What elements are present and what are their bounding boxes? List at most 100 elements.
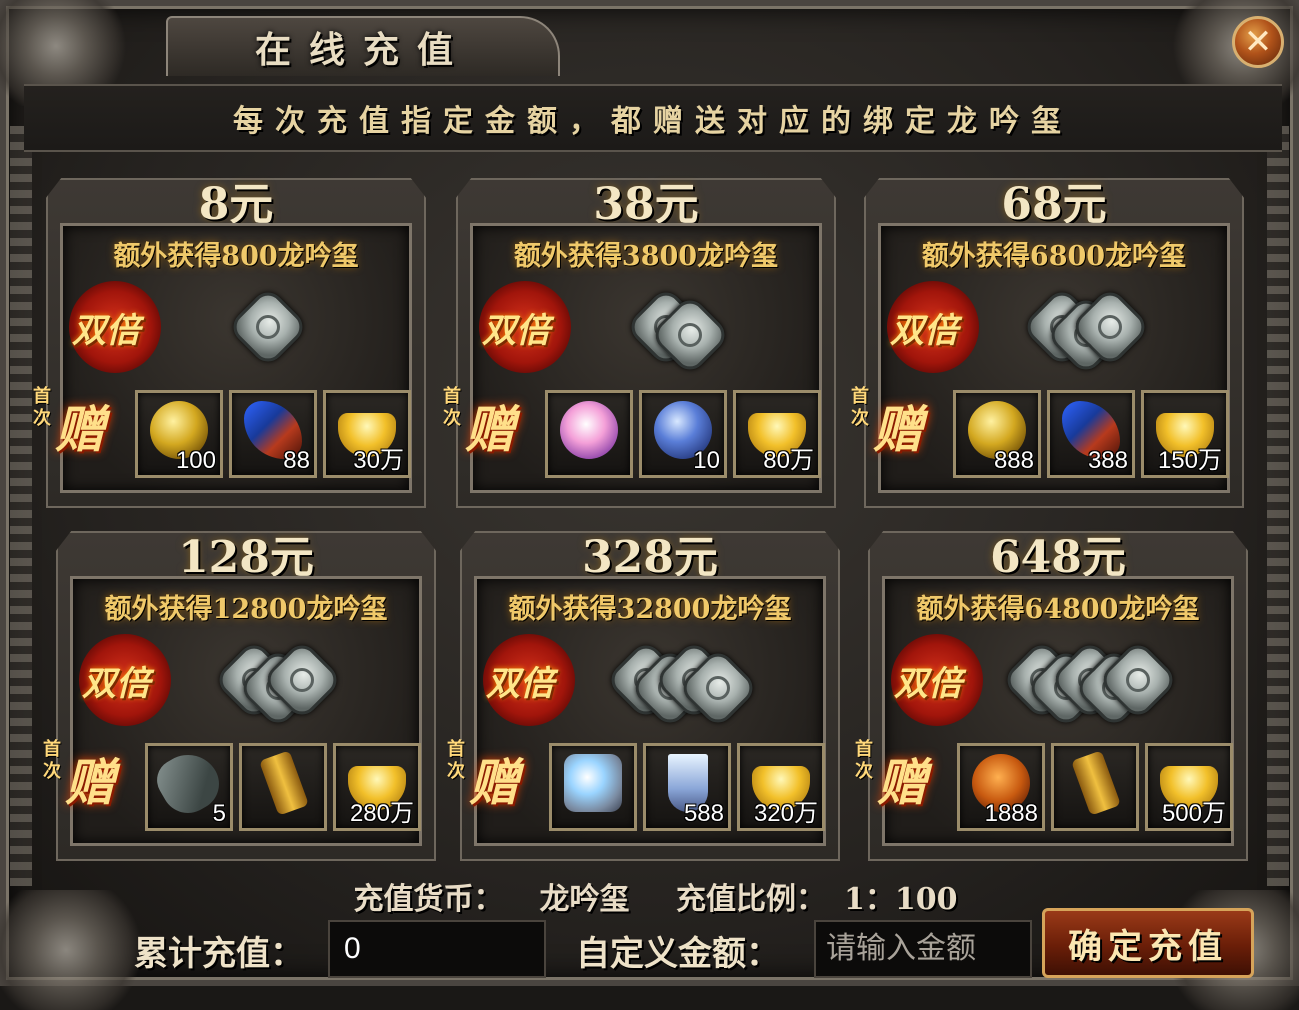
first-gift-tag: 首次 赠 — [33, 386, 143, 459]
window-title: 在线充值 — [254, 29, 471, 71]
promo-banner: 每次充值指定金额，都赠送对应的绑定龙吟玺 — [24, 84, 1282, 152]
first-gift-tag: 首次 赠 — [447, 739, 557, 812]
ratio-label: 充值比例： — [675, 882, 826, 917]
title-tab: 在线充值 — [166, 16, 560, 76]
reward-quantity: 500万 — [1161, 800, 1226, 827]
bonus-text: 额外获得3800龙吟玺 — [513, 241, 779, 272]
double-label: 双倍 — [894, 663, 962, 704]
reward-quantity: 588 — [683, 800, 724, 827]
confirm-recharge-button[interactable]: 确定充值 — [1042, 908, 1254, 978]
total-recharge-value: 0 — [328, 920, 546, 978]
bonus-text: 额外获得800龙吟玺 — [113, 241, 359, 272]
currency-value: 龙吟玺 — [539, 882, 630, 917]
reward-slot[interactable]: 888 — [953, 390, 1041, 478]
card-body: 额外获得800龙吟玺 双倍 首次 赠 100 88 30万 — [33, 223, 412, 493]
reward-quantity: 388 — [1087, 447, 1128, 474]
double-badge: 双倍 — [483, 634, 575, 726]
gift-label: 赠 — [469, 753, 519, 812]
reward-quantity: 80万 — [763, 447, 814, 474]
bonus-text: 额外获得32800龙吟玺 — [508, 594, 792, 625]
reward-slots: 10 80万 — [545, 390, 821, 480]
reward-slot[interactable]: 5 — [145, 743, 233, 831]
reward-slot[interactable]: 100 — [135, 390, 223, 478]
close-icon: ✕ — [1243, 22, 1273, 62]
reward-slot[interactable]: 320万 — [737, 743, 825, 831]
card-body: 额外获得12800龙吟玺 双倍 首次 赠 5 280万 — [43, 576, 422, 846]
reward-quantity: 100 — [175, 447, 216, 474]
frame-chain-right — [1267, 126, 1289, 886]
double-label: 双倍 — [482, 310, 550, 351]
reward-slot[interactable]: 388 — [1047, 390, 1135, 478]
package-card[interactable]: 38元 额外获得3800龙吟玺 双倍 首次 赠 10 80万 — [443, 168, 836, 508]
total-recharge-label: 累计充值： — [134, 934, 304, 974]
gift-label: 赠 — [877, 753, 927, 812]
seal-icon — [226, 285, 310, 369]
gift-label: 赠 — [465, 400, 515, 459]
bonus-text: 额外获得6800龙吟玺 — [921, 241, 1187, 272]
reward-slot[interactable]: 150万 — [1141, 390, 1229, 478]
reward-slot[interactable]: 88 — [229, 390, 317, 478]
banner-text: 每次充值指定金额，都赠送对应的绑定龙吟玺 — [233, 104, 1073, 139]
card-body: 额外获得64800龙吟玺 双倍 首次 赠 1888 500万 — [855, 576, 1234, 846]
reward-quantity: 888 — [993, 447, 1034, 474]
reward-slot[interactable]: 280万 — [333, 743, 421, 831]
package-card[interactable]: 128元 额外获得12800龙吟玺 双倍 首次 赠 5 280万 — [43, 521, 436, 861]
reward-slot[interactable] — [549, 743, 637, 831]
reward-slot[interactable]: 80万 — [733, 390, 821, 478]
reward-slot[interactable]: 10 — [639, 390, 727, 478]
scroll-icon — [1071, 750, 1121, 816]
custom-amount-input[interactable] — [814, 920, 1032, 978]
double-label: 双倍 — [72, 310, 140, 351]
package-card[interactable]: 68元 额外获得6800龙吟玺 双倍 首次 赠 888 388 150万 — [851, 168, 1244, 508]
first-time-label: 首次 — [851, 386, 869, 429]
double-label: 双倍 — [486, 663, 554, 704]
bonus-text: 额外获得12800龙吟玺 — [104, 594, 388, 625]
first-gift-tag: 首次 赠 — [43, 739, 153, 812]
card-body: 额外获得6800龙吟玺 双倍 首次 赠 888 388 150万 — [851, 223, 1230, 493]
reward-slot[interactable] — [545, 390, 633, 478]
ratio-value: 1：100 — [843, 882, 958, 917]
double-label: 双倍 — [890, 310, 958, 351]
reward-slot[interactable] — [239, 743, 327, 831]
reward-slot[interactable]: 588 — [643, 743, 731, 831]
reward-quantity: 10 — [693, 447, 720, 474]
close-button[interactable]: ✕ — [1232, 16, 1284, 68]
bonus-text: 额外获得64800龙吟玺 — [916, 594, 1200, 625]
double-badge: 双倍 — [887, 281, 979, 373]
package-card[interactable]: 648元 额外获得64800龙吟玺 双倍 首次 赠 1888 500万 — [855, 521, 1248, 861]
gift-label: 赠 — [873, 400, 923, 459]
reward-quantity: 88 — [283, 447, 310, 474]
first-gift-tag: 首次 赠 — [855, 739, 965, 812]
reward-slot[interactable]: 30万 — [323, 390, 411, 478]
pink-orb-icon — [560, 401, 618, 459]
gift-label: 赠 — [65, 753, 115, 812]
reward-quantity: 150万 — [1157, 447, 1222, 474]
first-gift-tag: 首次 赠 — [443, 386, 553, 459]
double-badge: 双倍 — [79, 634, 171, 726]
first-time-label: 首次 — [447, 739, 465, 782]
reward-quantity: 5 — [212, 800, 226, 827]
reward-slots: 588 320万 — [549, 743, 825, 833]
package-card[interactable]: 8元 额外获得800龙吟玺 双倍 首次 赠 100 88 30万 — [33, 168, 426, 508]
crystal-wand-icon — [564, 754, 622, 812]
reward-quantity: 30万 — [353, 447, 404, 474]
double-badge: 双倍 — [891, 634, 983, 726]
reward-slot[interactable]: 1888 — [957, 743, 1045, 831]
reward-slots: 1888 500万 — [957, 743, 1233, 833]
frame-chain-left — [10, 126, 32, 886]
reward-slots: 888 388 150万 — [953, 390, 1229, 480]
first-time-label: 首次 — [33, 386, 51, 429]
package-card[interactable]: 328元 额外获得32800龙吟玺 双倍 首次 赠 588 320万 — [447, 521, 840, 861]
scroll-icon — [259, 750, 309, 816]
reward-slot[interactable] — [1051, 743, 1139, 831]
reward-slots: 100 88 30万 — [135, 390, 411, 480]
first-gift-tag: 首次 赠 — [851, 386, 961, 459]
double-label: 双倍 — [82, 663, 150, 704]
currency-label: 充值货币： — [353, 882, 504, 917]
reward-slot[interactable]: 500万 — [1145, 743, 1233, 831]
reward-quantity: 280万 — [349, 800, 414, 827]
custom-amount-label: 自定义金额： — [576, 934, 780, 974]
gift-label: 赠 — [55, 400, 105, 459]
double-badge: 双倍 — [69, 281, 161, 373]
first-time-label: 首次 — [443, 386, 461, 429]
